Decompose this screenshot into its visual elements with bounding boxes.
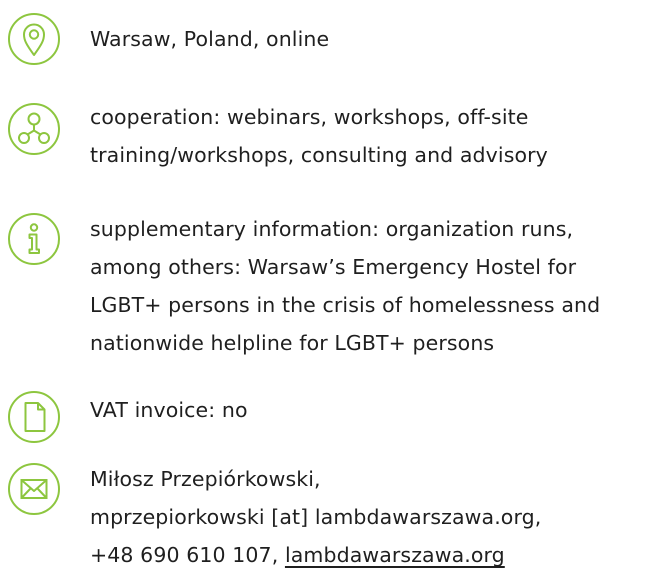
contact-phone: +48 690 610 107, <box>90 543 285 567</box>
vat-invoice-line: VAT invoice: no <box>90 398 248 422</box>
cooperation-line: training/workshops, consulting and advis… <box>90 143 548 167</box>
contact-name: Miłosz Przepiórkowski, <box>90 467 321 491</box>
website-link[interactable]: lambdawarszawa.org <box>285 543 505 567</box>
supplementary-info-line: nationwide helpline for LGBT+ persons <box>90 331 495 355</box>
contact-phone-and-website: +48 690 610 107, lambdawarszawa.org <box>90 536 660 574</box>
cooperation-line: cooperation: webinars, workshops, off-si… <box>90 105 529 129</box>
supplementary-info-line: among others: Warsaw’s Emergency Hostel … <box>90 255 577 279</box>
document-icon <box>7 390 61 444</box>
info-icon <box>7 212 61 266</box>
info-list: Warsaw, Poland, online cooperation: webi… <box>0 0 662 576</box>
supplementary-info-line: supplementary information: organization … <box>90 217 574 241</box>
envelope-icon <box>7 462 61 516</box>
location-pin-icon <box>7 12 61 66</box>
vat-invoice-text: VAT invoice: no <box>90 391 660 429</box>
contact-text: Miłosz Przepiórkowski, mprzepiorkowski [… <box>90 460 660 574</box>
supplementary-info-line: LGBT+ persons in the crisis of homelessn… <box>90 293 601 317</box>
supplementary-info-text: supplementary information: organization … <box>90 210 660 362</box>
location-line: Warsaw, Poland, online <box>90 27 330 51</box>
cooperation-text: cooperation: webinars, workshops, off-si… <box>90 98 660 174</box>
location-text: Warsaw, Poland, online <box>90 20 660 58</box>
contact-email: mprzepiorkowski [at] lambdawarszawa.org, <box>90 505 542 529</box>
network-nodes-icon <box>7 102 61 156</box>
